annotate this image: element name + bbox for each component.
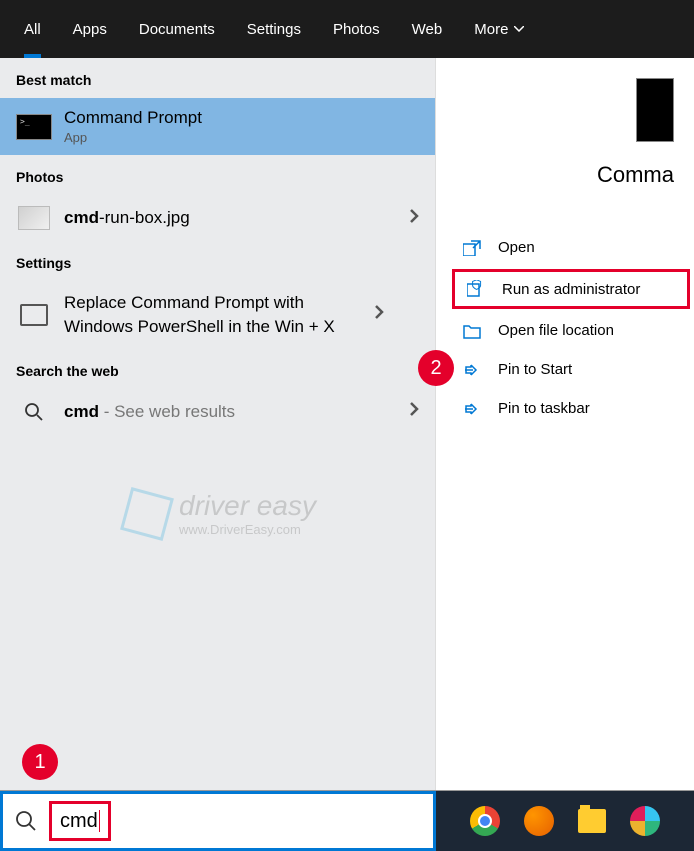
tab-all[interactable]: All bbox=[8, 0, 57, 58]
tab-apps[interactable]: Apps bbox=[57, 0, 123, 58]
search-icon bbox=[16, 399, 52, 425]
action-label: Open bbox=[498, 239, 535, 256]
result-title: Replace Command Prompt with Windows Powe… bbox=[64, 291, 374, 339]
search-icon bbox=[15, 810, 37, 832]
preview-title: Comma bbox=[456, 162, 674, 188]
tab-web[interactable]: Web bbox=[396, 0, 459, 58]
action-run-as-admin[interactable]: Run as administrator bbox=[452, 269, 690, 309]
text-cursor bbox=[99, 810, 100, 832]
watermark-url: www.DriverEasy.com bbox=[179, 522, 316, 537]
result-subtitle: App bbox=[64, 130, 419, 145]
search-input[interactable]: cmd bbox=[49, 801, 111, 841]
action-label: Pin to Start bbox=[498, 361, 572, 378]
tab-more[interactable]: More bbox=[458, 0, 540, 58]
annotation-callout-1: 1 bbox=[22, 744, 58, 780]
result-title: cmd-run-box.jpg bbox=[64, 208, 409, 228]
chevron-right-icon bbox=[374, 304, 384, 325]
result-web-cmd[interactable]: cmd - See web results bbox=[0, 389, 435, 435]
section-web: Search the web bbox=[0, 349, 435, 389]
action-open-file-location[interactable]: Open file location bbox=[448, 311, 694, 350]
result-title: cmd - See web results bbox=[64, 402, 409, 422]
taskbar-slack-icon[interactable] bbox=[630, 806, 660, 836]
results-list: Best match Command Prompt App Photos cmd… bbox=[0, 58, 436, 790]
tab-more-label: More bbox=[474, 21, 508, 38]
action-label: Pin to taskbar bbox=[498, 400, 590, 417]
watermark: driver easy www.DriverEasy.com bbox=[125, 490, 316, 537]
preview-header: Comma bbox=[436, 78, 694, 188]
action-label: Run as administrator bbox=[502, 281, 640, 298]
tab-documents[interactable]: Documents bbox=[123, 0, 231, 58]
search-results-pane: Best match Command Prompt App Photos cmd… bbox=[0, 58, 694, 790]
tab-photos[interactable]: Photos bbox=[317, 0, 396, 58]
watermark-brand: driver easy bbox=[179, 490, 316, 522]
annotation-callout-2: 2 bbox=[418, 350, 454, 386]
chevron-right-icon bbox=[409, 401, 419, 422]
preview-pane: Comma Open Run as administrator Open fil… bbox=[436, 58, 694, 790]
result-replace-cmd-powershell[interactable]: Replace Command Prompt with Windows Powe… bbox=[0, 281, 435, 349]
chevron-right-icon bbox=[409, 208, 419, 229]
search-box[interactable]: cmd bbox=[0, 791, 436, 851]
folder-icon bbox=[460, 323, 484, 339]
match-highlight: cmd bbox=[64, 402, 99, 421]
image-icon bbox=[16, 205, 52, 231]
watermark-logo bbox=[120, 487, 174, 541]
open-icon bbox=[460, 240, 484, 256]
result-rest: -run-box.jpg bbox=[99, 208, 190, 227]
action-list: Open Run as administrator Open file loca… bbox=[436, 228, 694, 428]
section-best-match: Best match bbox=[0, 58, 435, 98]
search-value: cmd bbox=[60, 810, 98, 833]
taskbar-file-explorer-icon[interactable] bbox=[578, 809, 606, 833]
action-open[interactable]: Open bbox=[448, 228, 694, 267]
shield-icon bbox=[464, 280, 488, 298]
laptop-icon bbox=[16, 302, 52, 328]
action-pin-to-start[interactable]: Pin to Start bbox=[448, 350, 694, 389]
bottom-bar: cmd bbox=[0, 790, 694, 851]
search-tabs: All Apps Documents Settings Photos Web M… bbox=[0, 0, 694, 58]
result-command-prompt[interactable]: Command Prompt App bbox=[0, 98, 435, 155]
taskbar bbox=[436, 791, 694, 851]
result-title: Command Prompt bbox=[64, 108, 419, 128]
action-pin-to-taskbar[interactable]: Pin to taskbar bbox=[448, 389, 694, 428]
match-highlight: cmd bbox=[64, 208, 99, 227]
pin-icon bbox=[460, 362, 484, 378]
result-rest: - See web results bbox=[99, 402, 235, 421]
section-settings: Settings bbox=[0, 241, 435, 281]
pin-icon bbox=[460, 401, 484, 417]
tab-settings[interactable]: Settings bbox=[231, 0, 317, 58]
chevron-down-icon bbox=[514, 26, 524, 32]
action-label: Open file location bbox=[498, 322, 614, 339]
command-prompt-icon bbox=[16, 114, 52, 140]
result-photo-cmd-run-box[interactable]: cmd-run-box.jpg bbox=[0, 195, 435, 241]
taskbar-chrome-icon[interactable] bbox=[470, 806, 500, 836]
section-photos: Photos bbox=[0, 155, 435, 195]
result-text: Command Prompt App bbox=[64, 108, 419, 145]
command-prompt-icon-large bbox=[636, 78, 674, 142]
taskbar-firefox-icon[interactable] bbox=[524, 806, 554, 836]
